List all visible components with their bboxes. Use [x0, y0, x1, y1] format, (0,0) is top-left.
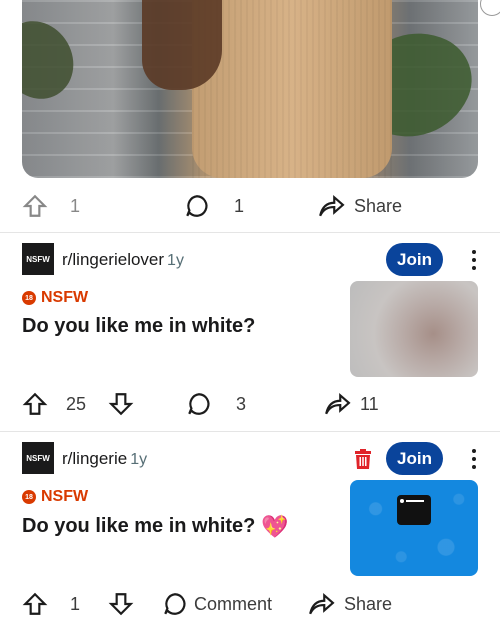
- subreddit-name[interactable]: r/lingerielover 1y: [62, 250, 184, 270]
- downvote-icon: [108, 393, 134, 416]
- upvote-count: 1: [70, 195, 81, 216]
- vote-count: 1: [70, 593, 81, 614]
- upvote-icon: [22, 194, 48, 217]
- share-button[interactable]: Share: [316, 193, 402, 219]
- share-button[interactable]: 11: [322, 391, 379, 417]
- join-button[interactable]: Join: [386, 442, 443, 475]
- downvote-icon: [108, 593, 134, 616]
- overlay-button[interactable]: [480, 0, 500, 16]
- share-count: 11: [360, 393, 379, 414]
- comments-button[interactable]: 3: [186, 391, 246, 417]
- comment-icon: [164, 593, 186, 615]
- post-actions: 25 3 11: [0, 384, 500, 424]
- comment-count: 1: [234, 195, 245, 216]
- post-thumbnail[interactable]: [350, 480, 478, 576]
- top-post-actions: 1 1 Share: [0, 186, 500, 226]
- upvote-icon: [22, 592, 48, 615]
- comment-icon: [188, 393, 210, 415]
- nsfw-18-icon: 18: [22, 291, 36, 305]
- post-image[interactable]: [22, 0, 478, 178]
- more-options-icon[interactable]: [464, 442, 484, 475]
- delete-icon[interactable]: [354, 449, 372, 469]
- comment-count: 3: [236, 393, 247, 414]
- post-title[interactable]: Do you like me in white? 💖: [22, 514, 289, 540]
- nsfw-18-icon: 18: [22, 490, 36, 504]
- upvote-button[interactable]: 1: [22, 193, 80, 219]
- post-actions: 1 Comment Share: [0, 584, 500, 624]
- device-illustration: [397, 495, 431, 525]
- subreddit-avatar: NSFW: [22, 243, 54, 275]
- vote-count: 25: [66, 393, 87, 414]
- share-icon: [325, 392, 351, 415]
- downvote-button[interactable]: [108, 391, 134, 417]
- upvote-icon: [22, 392, 48, 415]
- share-icon: [319, 194, 345, 217]
- share-label: Share: [344, 593, 393, 614]
- post-age: 1y: [130, 451, 148, 468]
- subreddit-avatar: NSFW: [22, 442, 54, 474]
- post-thumbnail[interactable]: [350, 281, 478, 377]
- comments-button[interactable]: 1: [184, 193, 244, 219]
- upvote-button[interactable]: 1: [22, 591, 80, 617]
- join-button[interactable]: Join: [386, 243, 443, 276]
- comment-label: Comment: [194, 593, 273, 614]
- share-icon: [309, 592, 335, 615]
- downvote-button[interactable]: [108, 591, 134, 617]
- sparkling-heart-emoji: 💖: [261, 514, 289, 539]
- upvote-button[interactable]: 25: [22, 391, 86, 417]
- post-title[interactable]: Do you like me in white?: [22, 315, 255, 338]
- comment-button[interactable]: Comment: [162, 591, 272, 617]
- nsfw-tag: 18 NSFW: [22, 289, 88, 307]
- share-label: Share: [354, 195, 403, 216]
- subreddit-name[interactable]: r/lingerie 1y: [62, 449, 147, 469]
- post-card[interactable]: NSFW r/lingerie 1y Join 18 NSFW Do you li…: [0, 432, 500, 625]
- comment-icon: [186, 195, 208, 217]
- nsfw-tag: 18 NSFW: [22, 488, 88, 506]
- post-card[interactable]: NSFW r/lingerielover 1y Join 18 NSFW Do y…: [0, 233, 500, 431]
- more-options-icon[interactable]: [464, 243, 484, 276]
- share-button[interactable]: Share: [306, 591, 392, 617]
- post-age: 1y: [167, 252, 184, 269]
